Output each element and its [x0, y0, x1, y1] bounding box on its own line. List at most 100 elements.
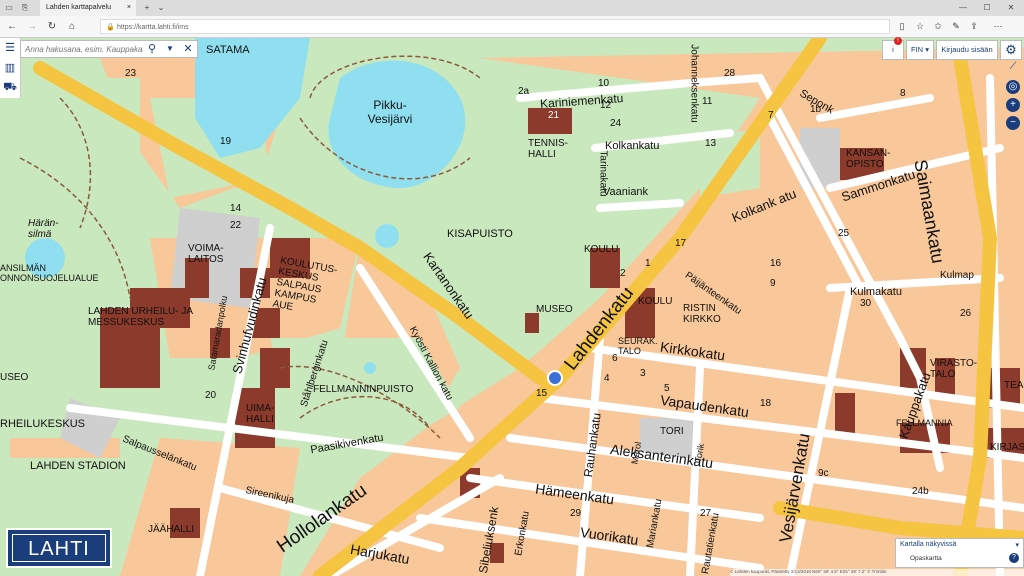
map-canvas[interactable]: Kariniemenkatu Kolkankatu Tarinakatu Joh… [0, 38, 1024, 576]
dropdown-arrow-icon[interactable]: ▼ [163, 41, 177, 57]
car-icon[interactable]: ⛟ [3, 80, 17, 94]
place-label: VIRASTO-TALO [930, 358, 978, 380]
block-number: 6 [612, 353, 618, 364]
block-number: 4 [604, 373, 610, 384]
zoom-in-icon[interactable]: + [1006, 98, 1020, 112]
street-label: Kartanonkatu [420, 249, 477, 322]
search-icon[interactable]: ⚲ [145, 41, 159, 57]
place-label: MUSEO [536, 304, 573, 315]
url-field[interactable]: 🔒 https://kartta.lahti.fi/ims [100, 19, 890, 34]
block-number: 20 [205, 390, 217, 401]
share-icon[interactable]: ⇪ [966, 19, 982, 34]
block-number: 18 [760, 398, 772, 409]
close-window-button[interactable]: ✕ [1004, 0, 1018, 16]
block-number: 7 [768, 110, 774, 121]
block-number: 2 [620, 268, 626, 279]
minimize-button[interactable]: — [956, 0, 970, 16]
street-label: Harjukatu [349, 540, 411, 568]
search-input[interactable] [25, 42, 143, 56]
new-tab-button[interactable]: + [140, 0, 154, 16]
street-label: Sammonkatu [839, 166, 918, 205]
forward-button[interactable]: → [24, 19, 40, 34]
favorite-star-icon[interactable]: ☆ [912, 19, 928, 34]
block-number: 5 [664, 383, 670, 394]
block-number: 23 [125, 68, 137, 79]
info-button[interactable]: i ! [882, 37, 904, 60]
settings-button[interactable]: ⚙ [1000, 40, 1022, 60]
login-button[interactable]: Kirjaudu sisään [936, 40, 998, 60]
notes-pen-icon[interactable]: ✎ [948, 19, 964, 34]
block-number: 9c [818, 468, 829, 479]
block-number: 29 [570, 508, 582, 519]
tab-actions-icon[interactable]: ▭ [2, 0, 16, 16]
street-label: Sireenikuja [244, 484, 296, 507]
reload-button[interactable]: ↻ [44, 19, 60, 34]
block-number: 24 [610, 118, 622, 129]
menu-icon[interactable]: ☰ [3, 41, 17, 55]
maximize-button[interactable]: ☐ [980, 0, 994, 16]
street-label: Saimaankatu [910, 158, 949, 265]
street-label: Vapaudenkatu [659, 391, 750, 421]
block-number: 22 [230, 220, 242, 231]
back-button[interactable]: ← [4, 19, 20, 34]
street-label: Svinhufvudinkatu [229, 275, 270, 376]
location-marker-icon[interactable] [547, 370, 563, 386]
place-label: KIRJAS [990, 442, 1024, 453]
street-label: Kolkank atu [729, 185, 799, 226]
block-number: 3 [640, 368, 646, 379]
place-label: TEA [1004, 380, 1024, 391]
tab-dropdown-icon[interactable]: ⌄ [154, 0, 168, 16]
tab-close-icon[interactable]: × [127, 0, 131, 16]
left-toolbar: ☰ ▥ ⛟ [0, 38, 21, 98]
search-bar: ⚲ ▼ ✕ [20, 40, 198, 58]
street-label: Johanneksenkatu [688, 44, 700, 123]
browser-tab[interactable]: Lahden karttapalvelu × [40, 0, 136, 16]
zoom-out-icon[interactable]: − [1006, 116, 1020, 130]
map-tools: ⟋ ◎ + − [1004, 58, 1022, 134]
logo-text: LAHTI [12, 534, 106, 562]
reading-view-icon[interactable]: ▯ [894, 19, 910, 34]
street-label: Paasikivenkatu [309, 431, 385, 457]
place-label: KOULUTUS-KESKUS SALPAUS KAMPUS AUE [271, 255, 339, 313]
language-select[interactable]: FIN ▾ [906, 40, 934, 60]
home-button[interactable]: ⌂ [64, 19, 80, 34]
street-label: Kyösti Kallion katu [406, 324, 455, 403]
street-label: Satamaradanpolku [206, 294, 230, 372]
locate-icon[interactable]: ◎ [1006, 80, 1020, 94]
lahti-logo: LAHTI [6, 528, 112, 568]
place-label: TENNIS-HALLI [528, 138, 568, 160]
street-label: Kauppakatu [895, 370, 934, 441]
tab-title: Lahden karttapalvelu [46, 4, 111, 11]
more-menu-icon[interactable]: ⋯ [990, 19, 1006, 34]
street-label: Kulmakatu [850, 286, 902, 298]
place-label: RISTIN KIRKKO [683, 303, 721, 325]
street-label: Rauhankatu [580, 411, 604, 479]
browser-tab-bar: ▭ ⎘ Lahden karttapalvelu × + ⌄ — ☐ ✕ [0, 0, 1024, 16]
clear-search-icon[interactable]: ✕ [181, 41, 195, 57]
place-label: KOULU [638, 296, 673, 307]
block-number: 27 [700, 508, 712, 519]
map-layers-icon[interactable]: ▥ [3, 61, 17, 75]
visible-layers-panel[interactable]: Kartalla näkyvissä ▾ Opaskartta ? [895, 538, 1024, 568]
place-label: SEURAK. TALO [618, 336, 658, 356]
tab-list-icon[interactable]: ⎘ [18, 0, 32, 16]
block-number: 15 [536, 388, 548, 399]
measure-icon[interactable]: ⟋ [1006, 60, 1020, 74]
block-number: 9 [770, 278, 776, 289]
street-label: Kirkkokatu [659, 338, 727, 364]
favorites-hub-icon[interactable]: ✩ [930, 19, 946, 34]
street-label: Ståhlberginkatu [298, 338, 331, 409]
place-label: LAHDEN STADION [30, 460, 126, 472]
street-label: Mariankatu [645, 498, 665, 549]
help-icon[interactable]: ? [1009, 553, 1019, 563]
block-number: 1 [645, 258, 651, 269]
place-label: JÄÄHALLI [148, 524, 195, 535]
block-number: 14 [230, 203, 242, 214]
street-label: Vaaniank [603, 186, 649, 198]
place-label: USEO [0, 372, 29, 383]
block-number: 2a [518, 86, 530, 97]
place-label: RHEILUKESKUS [0, 418, 85, 430]
block-number: 25 [838, 228, 850, 239]
block-number: 8 [900, 88, 906, 99]
collapse-icon[interactable]: ▾ [1015, 541, 1019, 549]
